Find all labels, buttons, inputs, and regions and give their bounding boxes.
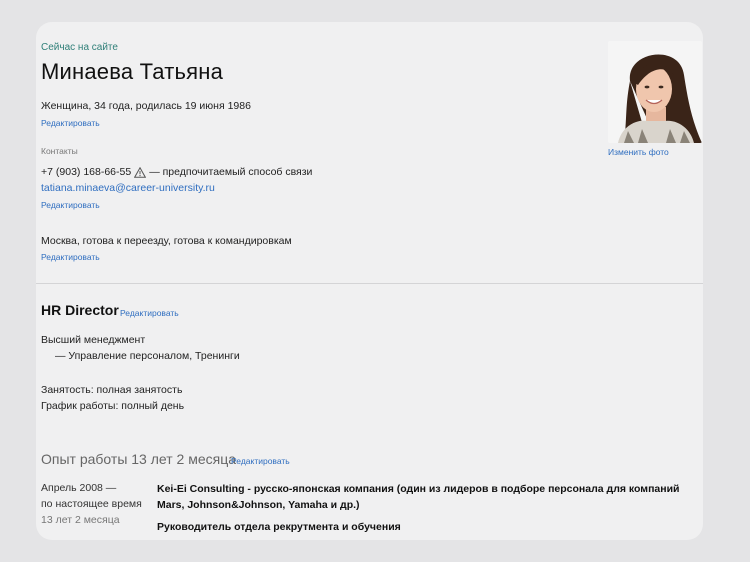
profile-photo xyxy=(608,41,702,143)
experience-company: Kei-Ei Consulting - русско-японская комп… xyxy=(157,483,680,511)
edit-personal-link[interactable]: Редактировать xyxy=(41,118,100,128)
experience-date-to: по настоящее время xyxy=(41,498,142,510)
portrait-image xyxy=(608,41,702,143)
work-schedule: График работы: полный день xyxy=(41,400,185,412)
phone-number: +7 (903) 168-66-55 xyxy=(41,166,132,178)
personal-info: Женщина, 34 года, родилась 19 июня 1986 xyxy=(41,100,251,112)
location-text: Москва, готова к переезду, готова к кома… xyxy=(41,235,292,247)
candidate-name: Минаева Татьяна xyxy=(41,59,224,84)
specialization: Высший менеджмент xyxy=(41,334,146,346)
resume-card: Сейчас на сайте Минаева Татьяна Женщина,… xyxy=(36,22,703,540)
edit-position-link[interactable]: Редактировать xyxy=(120,308,179,318)
phone-note: — предпочитаемый способ связи xyxy=(149,166,313,178)
online-status: Сейчас на сайте xyxy=(41,42,118,53)
experience-duration: 13 лет 2 месяца xyxy=(41,514,120,526)
email-link[interactable]: tatiana.minaeva@career-university.ru xyxy=(41,182,215,194)
employment-type: Занятость: полная занятость xyxy=(41,384,183,396)
experience-heading: Опыт работы 13 лет 2 месяца xyxy=(41,451,236,467)
experience-date-from: Апрель 2008 — xyxy=(41,482,117,494)
phone-row: +7 (903) 168-66-55 — предпочитаемый спос… xyxy=(41,166,312,178)
change-photo-link[interactable]: Изменить фото xyxy=(608,147,669,157)
warning-triangle-icon xyxy=(134,166,147,178)
experience-role: Руководитель отдела рекрутмента и обучен… xyxy=(157,521,401,533)
position-title: HR Director xyxy=(41,302,119,318)
section-divider xyxy=(36,283,703,284)
subspecialization: — Управление персоналом, Тренинги xyxy=(55,350,240,362)
contacts-heading: Контакты xyxy=(41,146,78,156)
edit-contacts-link[interactable]: Редактировать xyxy=(41,200,100,210)
edit-experience-link[interactable]: Редактировать xyxy=(231,456,290,466)
edit-location-link[interactable]: Редактировать xyxy=(41,252,100,262)
